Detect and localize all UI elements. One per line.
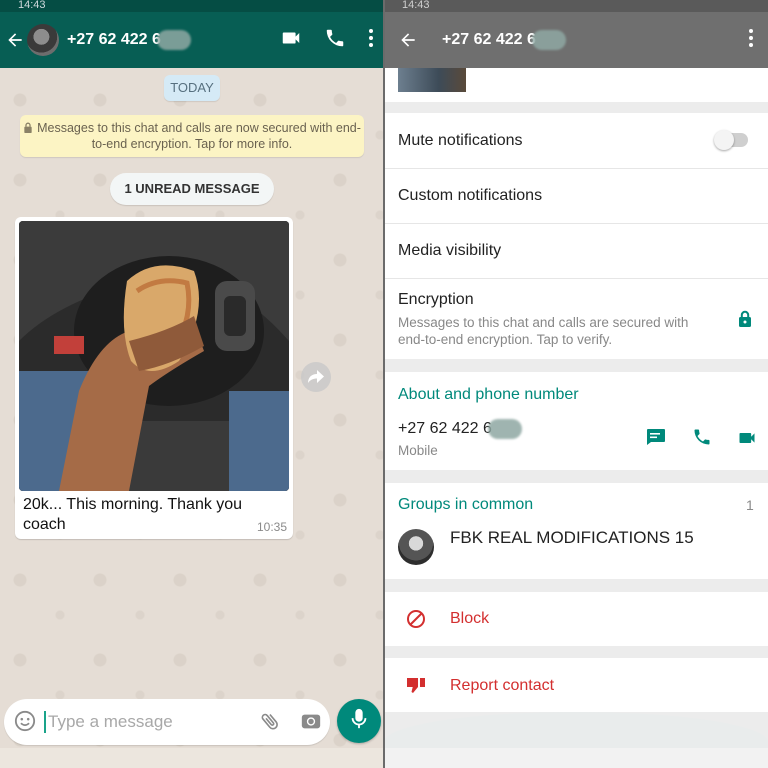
avatar[interactable]: [27, 24, 59, 56]
lock-icon: [23, 122, 33, 137]
report-contact-label[interactable]: Report contact: [450, 677, 554, 695]
header-actions: [280, 12, 374, 68]
more-vert-icon[interactable]: [748, 28, 754, 53]
media-strip: [384, 68, 768, 102]
encryption-description: Messages to this chat and calls are secu…: [398, 315, 689, 347]
toggle-knob: [714, 130, 734, 150]
camera-icon[interactable]: [300, 710, 322, 737]
more-vert-icon[interactable]: [368, 28, 374, 53]
encryption-title[interactable]: Encryption: [398, 291, 474, 309]
contact-name-text: +27 62 422 6: [67, 31, 161, 49]
system-nav-bar: [384, 748, 768, 768]
panel-divider: [383, 0, 385, 768]
unread-chip: 1 UNREAD MESSAGE: [110, 173, 274, 205]
video-call-icon[interactable]: [736, 428, 758, 453]
status-bar: 14:43: [384, 0, 768, 12]
block-row[interactable]: [384, 592, 768, 646]
message-bubble[interactable]: 20k... This morning. Thank you coach 10:…: [15, 217, 293, 539]
mic-button[interactable]: [337, 699, 381, 743]
message-time: 10:35: [256, 520, 287, 534]
info-header: +27 62 422 6: [384, 12, 768, 68]
groups-count: 1: [746, 497, 754, 513]
message-caption: 20k... This morning. Thank you coach: [23, 496, 243, 533]
about-section-title: About and phone number: [398, 386, 579, 403]
redaction-blur: [487, 419, 522, 439]
status-bar: 14:43: [0, 0, 384, 12]
phone-icon[interactable]: [324, 27, 346, 54]
message-photo[interactable]: [19, 221, 289, 491]
phone-number: +27 62 422 6: [398, 419, 522, 439]
thumbs-down-icon: [406, 676, 426, 699]
video-call-icon[interactable]: [280, 27, 302, 54]
encryption-notice[interactable]: Messages to this chat and calls are now …: [20, 115, 364, 157]
group-avatar[interactable]: [398, 529, 434, 565]
message-input[interactable]: Type a message: [48, 712, 173, 732]
media-visibility-label[interactable]: Media visibility: [398, 242, 501, 260]
block-label[interactable]: Block: [450, 610, 489, 628]
groups-section-title: Groups in common: [398, 496, 534, 513]
group-name[interactable]: FBK REAL MODIFICATIONS 15: [450, 528, 694, 548]
lock-icon: [738, 310, 752, 332]
divider: [384, 223, 768, 224]
status-time: 14:43: [18, 0, 46, 11]
status-time: 14:43: [402, 0, 430, 11]
back-arrow-icon[interactable]: [396, 28, 420, 52]
mic-icon: [350, 708, 368, 735]
message-icon[interactable]: [646, 428, 666, 451]
mute-notifications-label[interactable]: Mute notifications: [398, 132, 523, 150]
block-icon: [406, 609, 426, 634]
contact-name-header[interactable]: +27 62 422 6: [67, 30, 191, 50]
divider: [384, 278, 768, 279]
chat-screen: 14:43 +27 62 422 6 TODAY Messages to thi…: [0, 0, 384, 768]
forward-icon[interactable]: [301, 362, 331, 392]
custom-notifications-label[interactable]: Custom notifications: [398, 187, 542, 205]
encryption-notice-text: Messages to this chat and calls are now …: [37, 121, 361, 151]
text-caret: [44, 711, 46, 733]
redaction-blur: [156, 30, 191, 50]
system-nav-bar: [0, 748, 384, 768]
emoji-icon[interactable]: [14, 710, 36, 737]
phone-number-text: +27 62 422 6: [398, 420, 492, 438]
attach-icon[interactable]: [259, 710, 281, 737]
redaction-blur: [531, 30, 566, 50]
contact-name-text: +27 62 422 6: [442, 31, 536, 49]
chat-header: +27 62 422 6: [0, 12, 384, 68]
divider: [384, 168, 768, 169]
bottom-background: [384, 712, 768, 752]
date-chip: TODAY: [164, 75, 220, 101]
phone-icon[interactable]: [692, 427, 712, 452]
message-composer[interactable]: Type a message: [4, 699, 330, 745]
report-row[interactable]: [384, 658, 768, 712]
media-thumbnail[interactable]: [398, 68, 466, 92]
contact-info-screen: 14:43 +27 62 422 6 Mute notifications Cu…: [384, 0, 768, 768]
contact-name-header: +27 62 422 6: [442, 30, 566, 50]
phone-type: Mobile: [398, 443, 438, 458]
mute-toggle[interactable]: [714, 130, 748, 150]
back-arrow-icon[interactable]: [3, 28, 27, 52]
